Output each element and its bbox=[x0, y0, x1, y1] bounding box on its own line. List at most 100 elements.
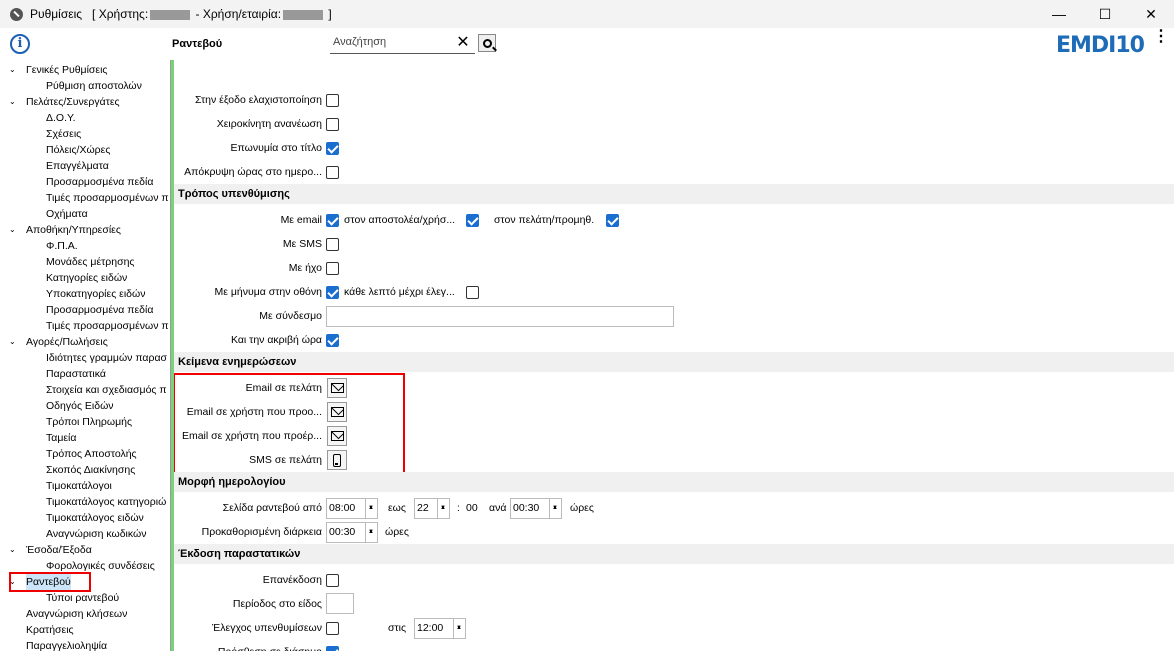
minimize-button[interactable]: — bbox=[1036, 0, 1082, 28]
tree-item[interactable]: Πόλεις/Χώρες bbox=[46, 142, 110, 158]
period-in-item-label: Περίοδος στο είδος bbox=[232, 598, 322, 610]
tree-item[interactable]: Σκοπός Διακίνησης bbox=[46, 462, 135, 478]
tree-item[interactable]: Τιμοκατάλογος ειδών bbox=[46, 510, 144, 526]
until-hour-spinner[interactable] bbox=[437, 498, 449, 519]
by-sms-label: Με SMS bbox=[282, 238, 322, 250]
tree-item[interactable]: Μονάδες μέτρησης bbox=[46, 254, 134, 270]
per-input[interactable]: 00:30 bbox=[510, 498, 562, 519]
manual-refresh-checkbox[interactable] bbox=[326, 118, 339, 131]
default-duration-input[interactable]: 00:30 bbox=[326, 522, 378, 543]
tree-item[interactable]: Αναγνώριση κωδικών bbox=[46, 526, 146, 542]
tree-item[interactable]: Αποθήκη/Υπηρεσίες bbox=[26, 222, 121, 238]
default-duration-label: Προκαθορισμένη διάρκεια bbox=[201, 526, 322, 538]
by-sound-label: Με ήχο bbox=[288, 262, 322, 274]
tree-toggle-icon[interactable]: ⌄ bbox=[9, 334, 18, 350]
tree-item[interactable]: Οχήματα bbox=[46, 206, 88, 222]
search-button[interactable] bbox=[478, 34, 496, 52]
tree-item[interactable]: Κρατήσεις bbox=[26, 622, 74, 638]
at-time-input[interactable]: 12:00 bbox=[414, 618, 466, 639]
settings-panel: Στην έξοδο ελαχιστοποίηση Χειροκίνητη αν… bbox=[174, 60, 1174, 651]
tree-item[interactable]: Κατηγορίες ειδών bbox=[46, 270, 127, 286]
tree-item[interactable]: Προσαρμοσμένα πεδία bbox=[46, 174, 153, 190]
clear-search-icon[interactable]: ✕ bbox=[455, 34, 471, 52]
tree-item[interactable]: Προσαρμοσμένα πεδία bbox=[46, 302, 153, 318]
tree-item[interactable]: Τιμοκατάλογοι bbox=[46, 478, 112, 494]
tree-item[interactable]: Γενικές Ρυθμίσεις bbox=[26, 62, 107, 78]
tree-item[interactable]: Αναγνώριση κλήσεων bbox=[26, 606, 127, 622]
last-row-label: Πρόσθεση σε διάσημο bbox=[174, 643, 322, 651]
check-reminders-label: Έλεγχος υπενθυμίσεων bbox=[212, 622, 322, 634]
check-reminders-checkbox[interactable] bbox=[326, 622, 339, 635]
last-row-checkbox[interactable] bbox=[326, 646, 339, 651]
tree-item[interactable]: Φ.Π.Α. bbox=[46, 238, 78, 254]
tree-item[interactable]: Παραγγελιοληψία bbox=[26, 638, 107, 651]
hours-label: ώρες bbox=[570, 502, 594, 514]
tree-item[interactable]: Τρόποι Πληρωμής bbox=[46, 414, 132, 430]
tree-item[interactable]: Υποκατηγορίες ειδών bbox=[46, 286, 145, 302]
name-in-title-label: Επωνυμία στο τίτλο bbox=[230, 142, 322, 154]
tree-item[interactable]: Στοιχεία και σχεδιασμός π bbox=[46, 382, 167, 398]
tree-item[interactable]: Αγορές/Πωλήσεις bbox=[26, 334, 108, 350]
tree-item[interactable]: Παραστατικά bbox=[46, 366, 106, 382]
window-title: Ρυθμίσεις [ Χρήστης: - Χρήση/εταιρία: ] bbox=[30, 7, 332, 21]
exact-time-checkbox[interactable] bbox=[326, 334, 339, 347]
tree-toggle-icon[interactable]: ⌄ bbox=[9, 62, 18, 78]
until-hour-input[interactable]: 22 bbox=[414, 498, 450, 519]
reminder-section-header: Τρόπος υπενθύμισης bbox=[174, 184, 1174, 204]
tree-item[interactable]: Επαγγέλματα bbox=[46, 158, 109, 174]
info-icon[interactable]: i bbox=[10, 34, 30, 54]
calendar-section-header: Μορφή ημερολογίου bbox=[174, 472, 1174, 492]
name-in-title-checkbox[interactable] bbox=[326, 142, 339, 155]
to-sender-checkbox[interactable] bbox=[466, 214, 479, 227]
link-input[interactable] bbox=[326, 306, 674, 327]
tree-toggle-icon[interactable]: ⌄ bbox=[9, 94, 18, 110]
tree-item[interactable]: Τιμές προσαρμοσμένων π bbox=[46, 190, 169, 206]
tree-item[interactable]: Τύποι ραντεβού bbox=[46, 590, 119, 606]
close-button[interactable]: ✕ bbox=[1128, 0, 1174, 28]
every-minute-checkbox[interactable] bbox=[466, 286, 479, 299]
hide-time-checkbox[interactable] bbox=[326, 166, 339, 179]
by-screen-checkbox[interactable] bbox=[326, 286, 339, 299]
tree-item[interactable]: Ταμεία bbox=[46, 430, 76, 446]
by-link-label: Με σύνδεσμο bbox=[259, 310, 322, 322]
tree-item[interactable]: Δ.Ο.Υ. bbox=[46, 110, 76, 126]
tree-item[interactable]: Έσοδα/Έξοδα bbox=[26, 542, 92, 558]
to-customer-label: στον πελάτη/προμηθ. bbox=[494, 214, 595, 226]
at-time-spinner[interactable] bbox=[453, 618, 465, 639]
reissue-checkbox[interactable] bbox=[326, 574, 339, 587]
tree-item[interactable]: Πελάτες/Συνεργάτες bbox=[26, 94, 120, 110]
per-spinner[interactable] bbox=[549, 498, 561, 519]
page-from-input[interactable]: 08:00 bbox=[326, 498, 378, 519]
by-email-label: Με email bbox=[280, 214, 322, 226]
reissue-label: Επανέκδοση bbox=[262, 574, 322, 586]
tree-item[interactable]: Ρύθμιση αποστολών bbox=[46, 78, 142, 94]
tree-toggle-icon[interactable]: ⌄ bbox=[9, 542, 18, 558]
tree-item[interactable]: Ιδιότητες γραμμών παρασ bbox=[46, 350, 167, 366]
maximize-button[interactable]: ☐ bbox=[1082, 0, 1128, 28]
tree-item[interactable]: Τιμοκατάλογος κατηγοριώ bbox=[46, 494, 166, 510]
period-in-item-input[interactable] bbox=[326, 593, 354, 614]
tree-item[interactable]: Οδηγός Ειδών bbox=[46, 398, 114, 414]
minimize-on-exit-checkbox[interactable] bbox=[326, 94, 339, 107]
tree-toggle-icon[interactable]: ⌄ bbox=[9, 222, 18, 238]
per-label: ανά bbox=[489, 502, 507, 514]
by-sms-checkbox[interactable] bbox=[326, 238, 339, 251]
page-from-label: Σελίδα ραντεβού από bbox=[222, 502, 322, 514]
until-label: εως bbox=[388, 502, 406, 514]
every-minute-label: κάθε λεπτό μέχρι έλεγ... bbox=[344, 286, 455, 298]
search-input[interactable]: Αναζήτηση bbox=[330, 34, 475, 54]
settings-tree: ⌄ Γενικές Ρυθμίσεις Ρύθμιση αποστολών ⌄ Πελά… bbox=[0, 60, 171, 651]
header-toolbar: i Ραντεβού Αναζήτηση ✕ EMDI10 ⋮ bbox=[0, 28, 1174, 60]
tree-item[interactable]: Τρόπος Αποστολής bbox=[46, 446, 137, 462]
tree-item[interactable]: Σχέσεις bbox=[46, 126, 81, 142]
page-from-spinner[interactable] bbox=[365, 498, 377, 519]
issue-section-header: Έκδοση παραστατικών bbox=[174, 544, 1174, 564]
by-sound-checkbox[interactable] bbox=[326, 262, 339, 275]
exact-time-label: Και την ακριβή ώρα bbox=[230, 334, 322, 346]
tree-item[interactable]: Τιμές προσαρμοσμένων π bbox=[46, 318, 169, 334]
default-duration-spinner[interactable] bbox=[365, 522, 377, 543]
more-options-icon[interactable]: ⋮ bbox=[1153, 29, 1169, 45]
by-email-checkbox[interactable] bbox=[326, 214, 339, 227]
hide-time-label: Απόκρυψη ώρας στο ημερο... bbox=[184, 166, 322, 178]
to-customer-checkbox[interactable] bbox=[606, 214, 619, 227]
